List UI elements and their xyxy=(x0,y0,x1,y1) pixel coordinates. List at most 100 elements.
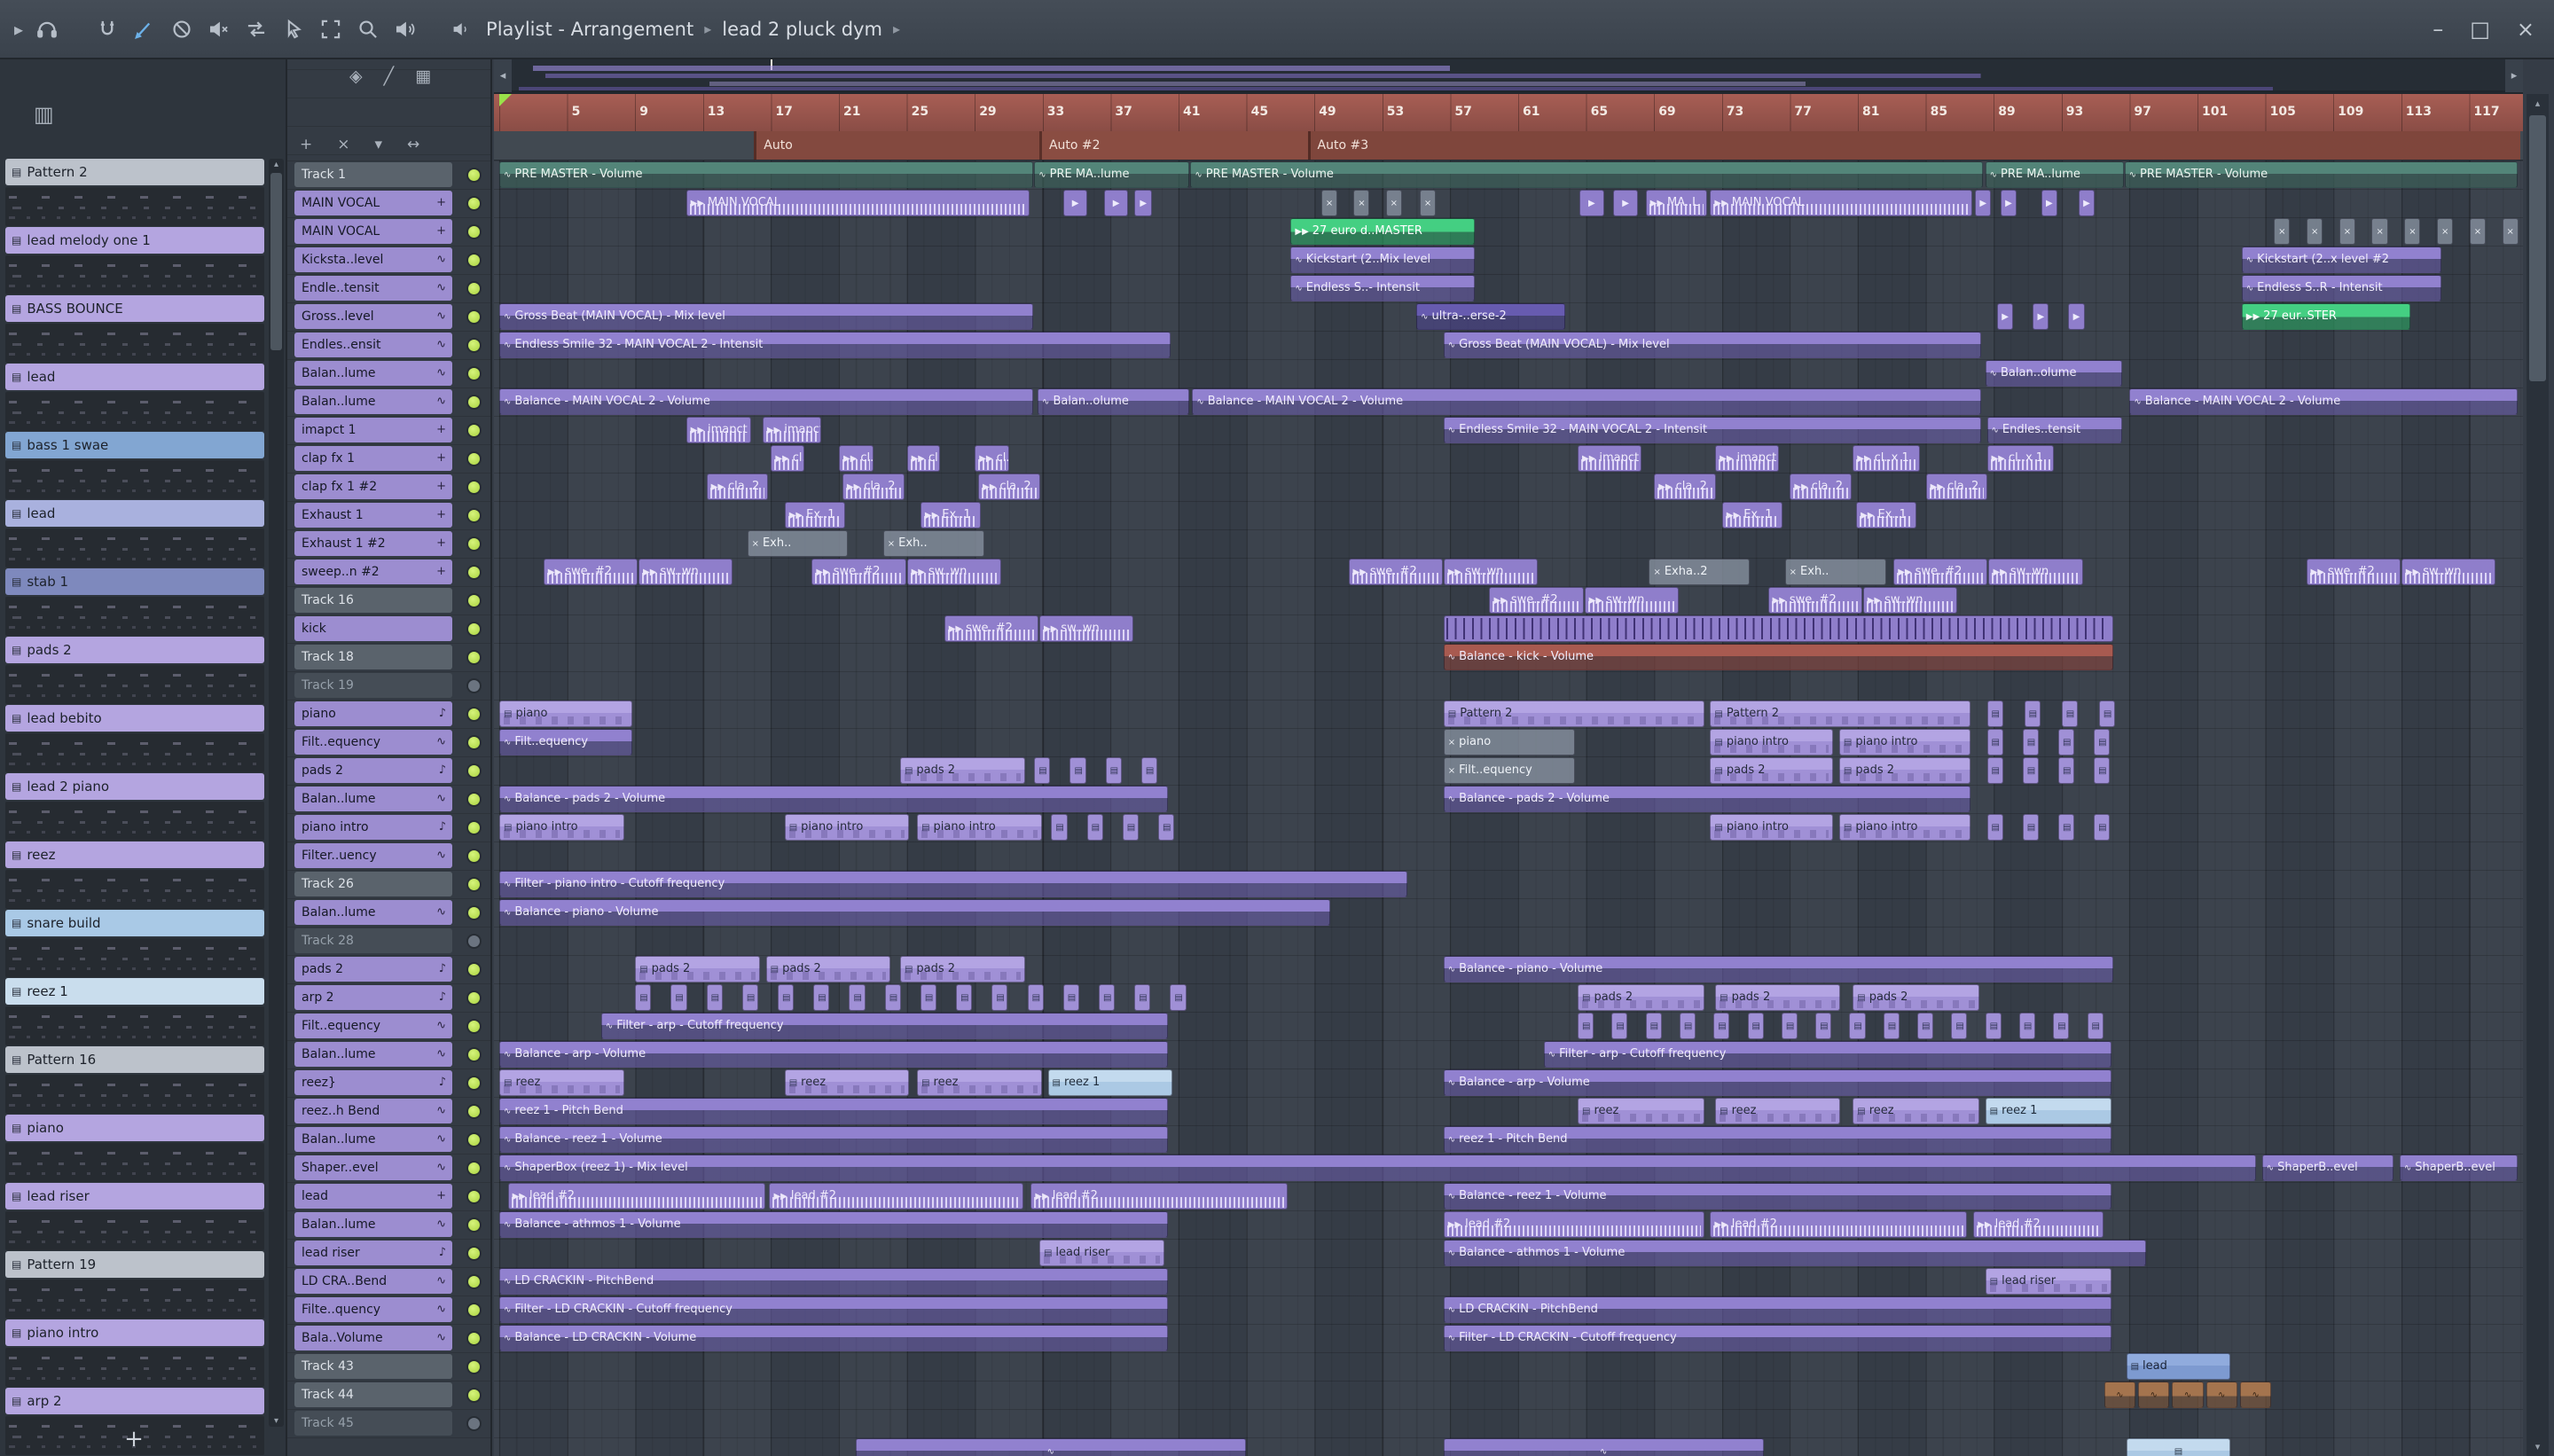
pattern-item-lead[interactable]: ▤ lead xyxy=(5,364,264,432)
timeline-marker-auto-3[interactable]: Auto #3 xyxy=(1307,131,2520,160)
track-mute-led[interactable] xyxy=(468,992,480,1004)
track-name-track-16[interactable]: Track 16 xyxy=(294,588,452,613)
track-name-clap-fx-1-2[interactable]: clap fx 1 #2 + xyxy=(294,474,452,499)
clip-main-vocal[interactable]: ▶▶ MAIN VOCAL xyxy=(686,190,1030,216)
clip-shaperb-evel[interactable]: ∿ ShaperB..evel xyxy=(2399,1155,2518,1181)
maximize-button[interactable]: □ xyxy=(2470,17,2490,42)
clip-pre-ma-lume[interactable]: ∿ PRE MA..lume xyxy=(1034,161,1190,188)
track-mute-led[interactable] xyxy=(468,652,480,663)
clip-shaperbox-reez-1-mix-level[interactable]: ∿ ShaperBox (reez 1) - Mix level xyxy=(499,1155,2257,1181)
track-name-track-45[interactable]: Track 45 xyxy=(294,1411,452,1436)
close-button[interactable]: × xyxy=(2517,17,2534,42)
track-name-filt-equency[interactable]: Filt..equency ∿ xyxy=(294,730,452,755)
pattern-item-lead-melody-one-1[interactable]: ▤ lead melody one 1 xyxy=(5,227,264,295)
clip-miniP[interactable]: ▶ xyxy=(1134,190,1153,216)
track-mute-led[interactable] xyxy=(468,368,480,380)
track-name-lead-riser[interactable]: lead riser ♪ xyxy=(294,1241,452,1265)
clip-mini[interactable]: ▤ xyxy=(2057,814,2075,841)
pattern-item-lead-bebito[interactable]: ▤ lead bebito xyxy=(5,705,264,773)
clip-mini[interactable]: ▤ xyxy=(1051,814,1068,841)
clip-mini[interactable]: ▤ xyxy=(2024,701,2041,727)
clip-mini[interactable]: ▤ xyxy=(1713,1013,1730,1039)
clip-auto[interactable]: ∿ xyxy=(1443,1438,1764,1456)
clip-mini[interactable]: ▤ xyxy=(1611,1013,1628,1039)
clip-mini[interactable]: ▤ xyxy=(1170,984,1187,1011)
pattern-item-snare-build[interactable]: ▤ snare build xyxy=(5,910,264,978)
clip-mini[interactable]: ▤ xyxy=(2053,1013,2070,1039)
track-name-track-18[interactable]: Track 18 xyxy=(294,645,452,669)
track-mute-led[interactable] xyxy=(468,311,480,323)
clip-piano-intro[interactable]: ▤ piano intro xyxy=(499,814,624,841)
clip-shaperb-evel[interactable]: ∿ ShaperB..evel xyxy=(2261,1155,2394,1181)
clip-gross-beat-main-vocal-mix-level[interactable]: ∿ Gross Beat (MAIN VOCAL) - Mix level xyxy=(1443,332,1981,358)
pattern-item-bass-1-swae[interactable]: ▤ bass 1 swae xyxy=(5,432,264,500)
track-mute-led[interactable] xyxy=(468,1162,480,1174)
clip-miniP[interactable]: ▶ xyxy=(1579,190,1604,216)
clip-exha-2[interactable]: × Exha..2 xyxy=(1649,559,1751,585)
close-icon[interactable]: × xyxy=(337,136,349,153)
clip-mini[interactable]: ▤ xyxy=(1986,729,2003,755)
track-mute-led[interactable] xyxy=(468,1049,480,1061)
clip-autoBr[interactable]: ∿ xyxy=(2172,1382,2204,1408)
clip-mini[interactable]: ▤ xyxy=(1985,1013,2002,1039)
clip-ex-1[interactable]: ▶▶ Ex..1 xyxy=(920,502,981,528)
track-name-track-26[interactable]: Track 26 xyxy=(294,872,452,896)
track-name-track-43[interactable]: Track 43 xyxy=(294,1354,452,1379)
track-mute-led[interactable] xyxy=(468,1389,480,1401)
clip-balance-piano-volume[interactable]: ∿ Balance - piano - Volume xyxy=(499,899,1331,926)
clip-mini[interactable]: ▤ xyxy=(884,984,901,1011)
track-name-gross-level[interactable]: Gross..level ∿ xyxy=(294,304,452,329)
clip-lead-2[interactable]: ▶▶ lead #2 xyxy=(1030,1183,1289,1209)
track-name-track-19[interactable]: Track 19 xyxy=(294,673,452,698)
clip-mini[interactable]: ▤ xyxy=(2057,757,2075,784)
clip-reez[interactable]: ▤ reez xyxy=(1715,1098,1840,1124)
clip-mini[interactable]: ▤ xyxy=(849,984,866,1011)
clip-cla-2[interactable]: ▶▶ cla..2 xyxy=(1654,474,1717,500)
clip-sw-wn[interactable]: ▶▶ sw..wn xyxy=(638,559,733,585)
clip-mini[interactable]: ▤ xyxy=(741,984,758,1011)
clip-mini[interactable]: ▤ xyxy=(1098,984,1116,1011)
clip-cl-x-1[interactable]: ▶▶cl..x 1 xyxy=(771,445,804,472)
clip-lead-2[interactable]: ▶▶ lead #2 xyxy=(769,1183,1023,1209)
clip-sw-wn[interactable]: ▶▶ sw..wn xyxy=(906,559,1001,585)
timeline-ruler[interactable]: 5 9 13 17 21 25 29 33 37 41 45 49 53 57 61 65 69 73 77 81 85… xyxy=(494,94,2523,131)
clip-swe-2[interactable]: ▶▶ swe..#2 xyxy=(543,559,638,585)
scroll-up-icon[interactable]: ▴ xyxy=(269,160,284,169)
clip-balance-piano-volume[interactable]: ∿ Balance - piano - Volume xyxy=(1443,956,2114,982)
track-mute-led[interactable] xyxy=(468,1333,480,1344)
clip-ex-1[interactable]: ▶▶ Ex..1 xyxy=(1721,502,1782,528)
playlist-grid[interactable]: ∿ PRE MASTER - Volume ∿ PRE MA..lume ∿ PRE MA… xyxy=(494,160,2523,1456)
pattern-item-pattern-2[interactable]: ▤ Pattern 2 xyxy=(5,159,264,227)
track-name-track-1[interactable]: Track 1 xyxy=(294,162,452,187)
clip-piano-intro[interactable]: ▤ piano intro xyxy=(784,814,910,841)
track-mute-led[interactable] xyxy=(468,1248,480,1259)
clip-gross-beat-main-vocal-mix-level[interactable]: ∿ Gross Beat (MAIN VOCAL) - Mix level xyxy=(499,303,1034,330)
scroll-down-icon[interactable]: ▾ xyxy=(269,1416,284,1426)
marker-lane[interactable]: Auto Auto #2 Auto #3 xyxy=(494,131,2523,160)
pattern-item-stab-1[interactable]: ▤ stab 1 xyxy=(5,568,264,637)
clip-mute[interactable]: × xyxy=(2274,218,2291,245)
track-mute-led[interactable] xyxy=(468,283,480,294)
clip-swe-2[interactable]: ▶▶ swe..#2 xyxy=(2306,559,2401,585)
track-name-balan-lume[interactable]: Balan..lume ∿ xyxy=(294,1042,452,1067)
clip-balance-athmos-1-volume[interactable]: ∿ Balance - athmos 1 - Volume xyxy=(499,1211,1168,1238)
clip-mini[interactable]: ▤ xyxy=(2022,814,2039,841)
clip-swe-2[interactable]: ▶▶ swe..#2 xyxy=(1489,587,1584,614)
clip-patB[interactable]: ▤ xyxy=(2126,1438,2231,1456)
track-mute-led[interactable] xyxy=(468,396,480,408)
pattern-item-pattern-16[interactable]: ▤ Pattern 16 xyxy=(5,1046,264,1115)
clip-filter-ld-crackin-cutoff-frequency[interactable]: ∿ Filter - LD CRACKIN - Cutoff frequency xyxy=(499,1296,1168,1323)
clip-sw-wn[interactable]: ▶▶ sw..wn xyxy=(1443,559,1538,585)
clip-filter-arp-cutoff-frequency[interactable]: ∿ Filter - arp - Cutoff frequency xyxy=(600,1013,1168,1039)
clip-endless-smile-32-main-vocal-2-intensit[interactable]: ∿ Endless Smile 32 - MAIN VOCAL 2 - Inten… xyxy=(499,332,1171,358)
clip-filt-equency[interactable]: ∿ Filt..equency xyxy=(499,729,633,755)
track-name-imapct-1[interactable]: imapct 1 + xyxy=(294,418,452,442)
clip-mini[interactable]: ▤ xyxy=(956,984,973,1011)
clip-mini[interactable]: ▤ xyxy=(1747,1013,1764,1039)
track-name-endle-tensit[interactable]: Endle..tensit ∿ xyxy=(294,276,452,301)
track-name-reez-[interactable]: reez} ♪ xyxy=(294,1070,452,1095)
track-name-kicksta-level[interactable]: Kicksta..level ∿ xyxy=(294,247,452,272)
track-mute-led[interactable] xyxy=(468,1106,480,1117)
track-name-piano[interactable]: piano ♪ xyxy=(294,701,452,726)
clip-ma-l[interactable]: ▶▶ MA..L xyxy=(1645,190,1708,216)
